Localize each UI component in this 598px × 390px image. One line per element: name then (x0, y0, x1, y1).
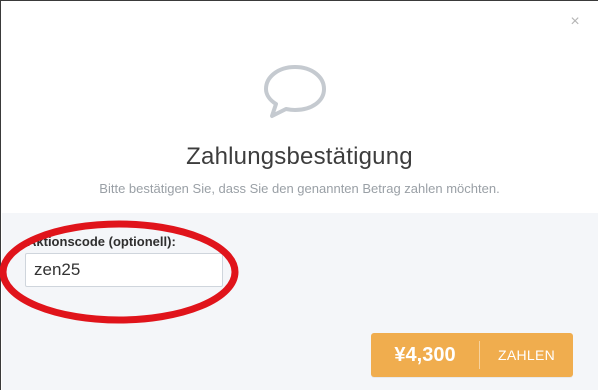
speech-bubble-icon (262, 63, 328, 119)
pay-label: ZAHLEN (497, 347, 556, 363)
modal-subtitle: Bitte bestätigen Sie, dass Sie den genan… (99, 181, 500, 196)
pay-button[interactable]: ¥4,300 ZAHLEN (371, 333, 573, 377)
promo-code-label: Aktionscode (optionell): (27, 234, 176, 249)
close-icon[interactable]: × (568, 14, 582, 30)
pay-amount: ¥4,300 (394, 343, 456, 366)
payment-confirmation-modal: × Zahlungsbestätigung Bitte bestätigen S… (0, 0, 598, 390)
promo-code-input[interactable] (25, 253, 223, 287)
modal-title: Zahlungsbestätigung (186, 143, 413, 170)
